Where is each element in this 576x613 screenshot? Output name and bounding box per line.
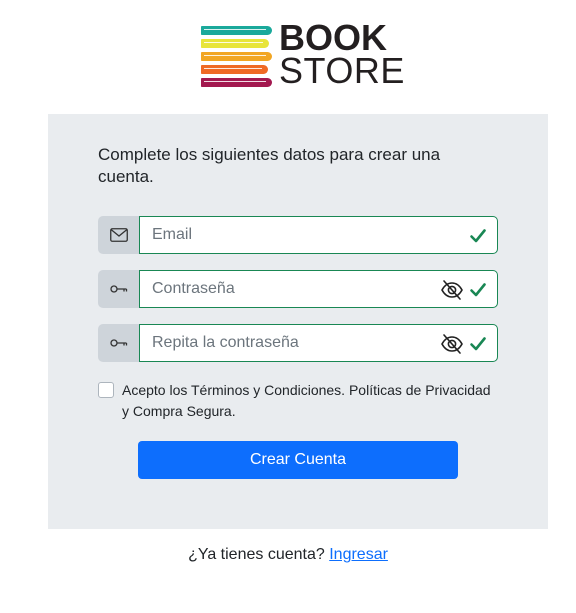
logo-line-store: STORE — [279, 50, 405, 91]
password-field-wrapper — [139, 270, 498, 308]
login-link[interactable]: Ingresar — [329, 546, 388, 563]
password-input-group — [98, 270, 498, 308]
repeat-password-field-wrapper — [139, 324, 498, 362]
logo-book-1 — [201, 26, 272, 35]
eye-slash-icon[interactable] — [440, 279, 464, 301]
logo-wordmark: BOOK STORE — [279, 20, 405, 91]
bookstore-logo: BOOK STORE — [201, 20, 404, 92]
repeat-password-input-group — [98, 324, 498, 362]
logo-book-3 — [201, 52, 272, 61]
key-icon — [98, 324, 139, 362]
terms-checkbox[interactable] — [98, 382, 114, 398]
signup-card: Complete los siguientes datos para crear… — [48, 114, 548, 529]
create-account-button[interactable]: Crear Cuenta — [138, 441, 458, 479]
email-input[interactable] — [140, 217, 497, 253]
logo-book-5 — [201, 78, 272, 87]
email-input-group — [98, 216, 498, 254]
form-title: Complete los siguientes datos para crear… — [98, 145, 441, 186]
logo-book-2 — [201, 39, 269, 48]
eye-slash-icon[interactable] — [440, 333, 464, 355]
login-prompt-text: ¿Ya tienes cuenta? — [188, 546, 325, 563]
key-icon — [98, 270, 139, 308]
terms-row: Acepto los Términos y Condiciones. Polít… — [98, 380, 498, 422]
envelope-icon — [98, 216, 139, 254]
logo-book-4 — [201, 65, 268, 74]
email-field-wrapper — [139, 216, 498, 254]
signup-page: BOOK STORE Complete los siguientes datos… — [0, 0, 576, 613]
terms-label: Acepto los Términos y Condiciones. Polít… — [122, 382, 491, 419]
valid-check-icon — [470, 229, 486, 243]
books-stack-icon — [201, 24, 275, 90]
login-prompt: ¿Ya tienes cuenta? Ingresar — [0, 546, 576, 564]
valid-check-icon — [470, 283, 486, 297]
valid-check-icon — [470, 337, 486, 351]
